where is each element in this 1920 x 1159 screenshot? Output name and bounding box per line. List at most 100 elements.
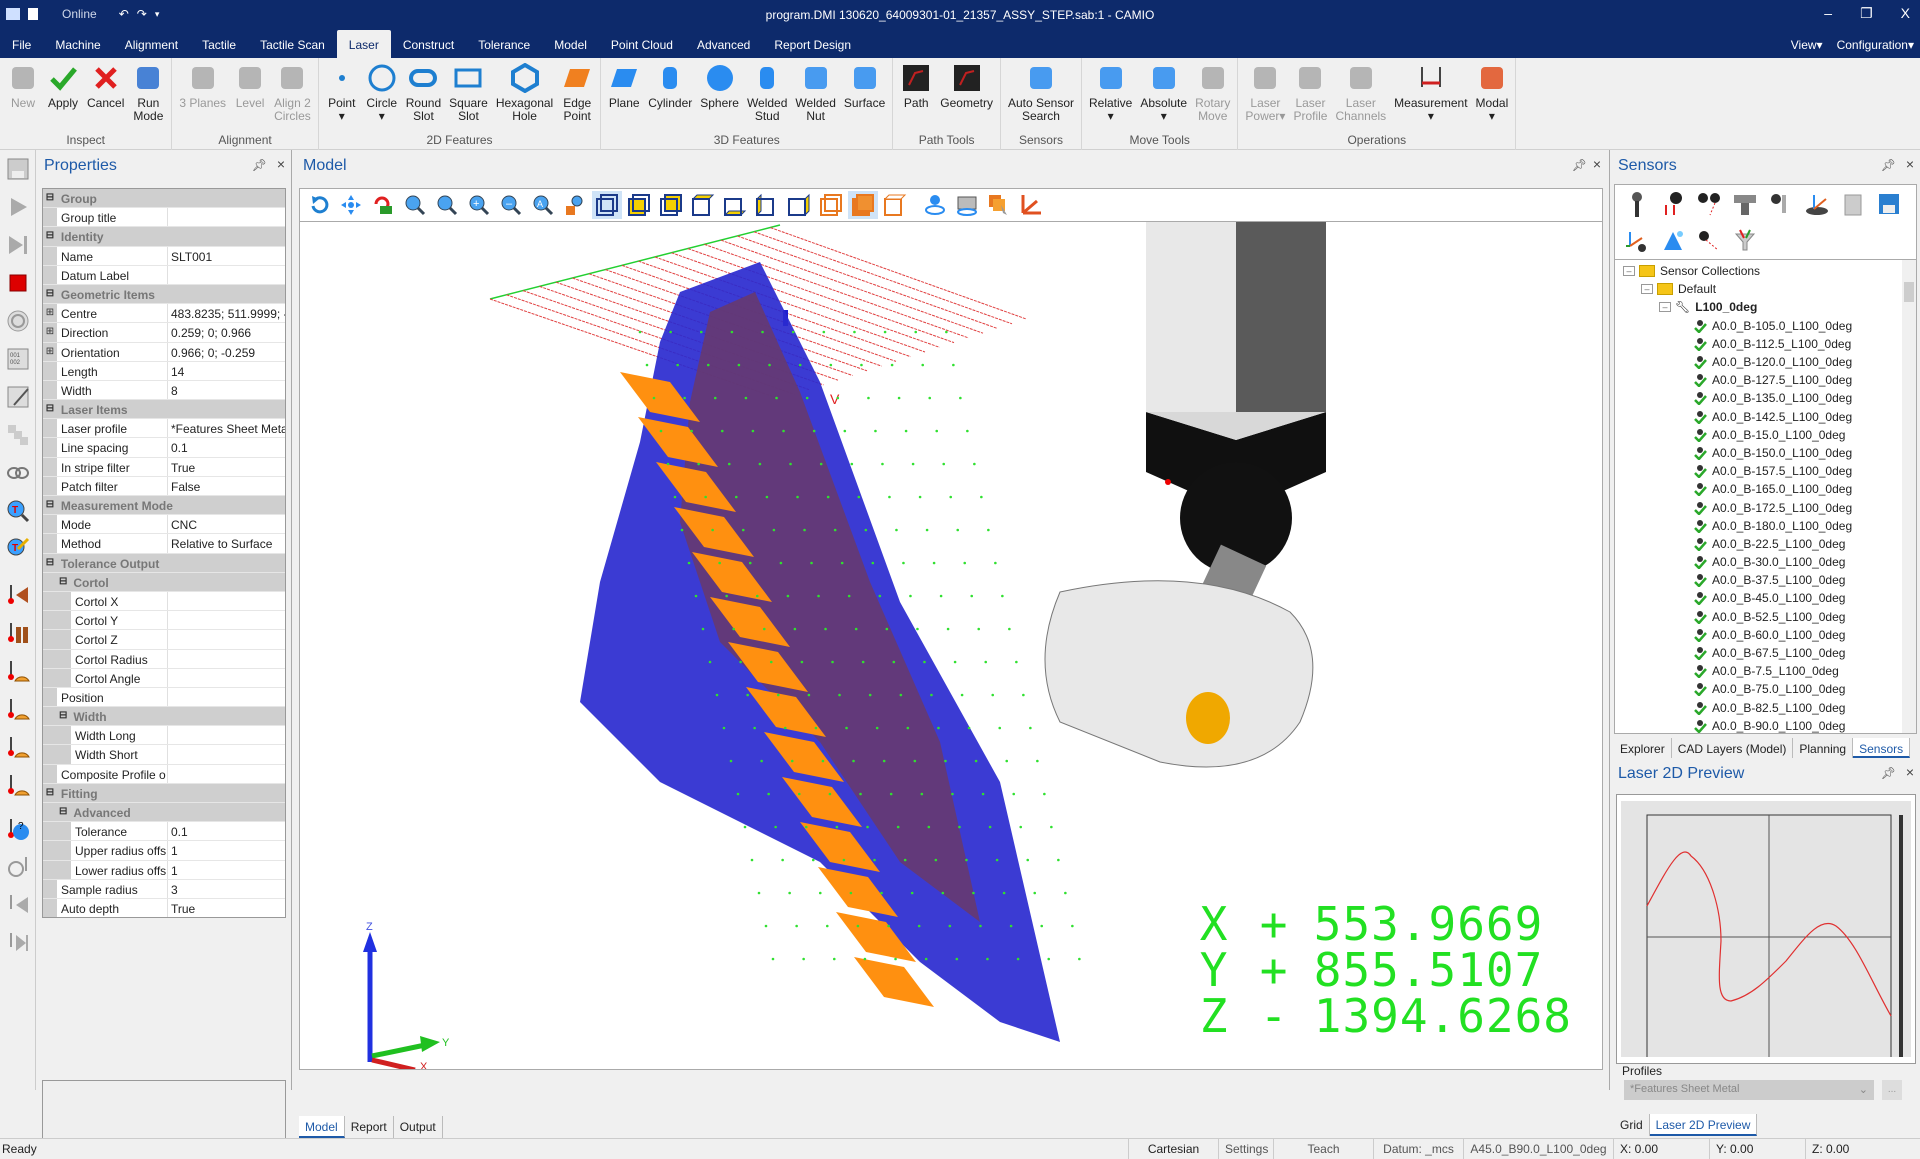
tree-item[interactable]: A0.0_B-37.5_L100_0deg — [1623, 571, 1916, 589]
minimize-button[interactable]: – — [1824, 5, 1832, 22]
tolerance-search-icon[interactable]: T — [3, 496, 33, 526]
zoom-fit-icon[interactable] — [432, 191, 462, 219]
property-row[interactable]: Sample radius 3 — [43, 879, 285, 899]
tree-item[interactable]: A0.0_B-22.5_L100_0deg — [1623, 535, 1916, 553]
tree-item[interactable]: A0.0_B-67.5_L100_0deg — [1623, 644, 1916, 662]
menu-tab-alignment[interactable]: Alignment — [113, 30, 190, 58]
wireframe-icon[interactable] — [816, 191, 846, 219]
property-value[interactable]: True — [168, 898, 285, 917]
tree-sensor[interactable]: – 🔧︎ L100_0deg — [1623, 298, 1916, 316]
probe-head-icon[interactable] — [1729, 188, 1761, 220]
tree-item[interactable]: A0.0_B-45.0_L100_0deg — [1623, 589, 1916, 607]
tab-laser-2d-preview[interactable]: Laser 2D Preview — [1649, 1114, 1758, 1136]
property-value[interactable] — [168, 265, 285, 284]
save-program-icon[interactable] — [3, 154, 33, 184]
save-icon[interactable] — [1873, 188, 1905, 220]
edit-program-icon[interactable] — [3, 382, 33, 412]
sensor-change-icon[interactable] — [1765, 188, 1797, 220]
property-row[interactable]: Position — [43, 687, 285, 708]
view-iso-icon[interactable] — [592, 191, 622, 219]
property-row[interactable]: Datum Label — [43, 265, 285, 285]
sensor-coordinate-icon[interactable] — [1801, 188, 1833, 220]
tree-item[interactable]: A0.0_B-52.5_L100_0deg — [1623, 608, 1916, 626]
menu-tab-tolerance[interactable]: Tolerance — [466, 30, 542, 58]
status-cartesian[interactable]: Cartesian — [1128, 1139, 1218, 1159]
property-value[interactable]: 0.966; 0; -0.259 — [168, 342, 285, 361]
tree-item[interactable]: A0.0_B-127.5_L100_0deg — [1623, 371, 1916, 389]
property-row[interactable]: Laser profile *Features Sheet Metal — [43, 419, 285, 439]
property-value[interactable] — [168, 611, 285, 630]
property-row[interactable]: Mode CNC — [43, 515, 285, 535]
property-row[interactable]: Tolerance 0.1 — [43, 822, 285, 842]
property-row[interactable]: Method Relative to Surface — [43, 534, 285, 554]
tab-cad-layers[interactable]: CAD Layers (Model) — [1672, 738, 1794, 758]
sensor-wizard-icon[interactable] — [1657, 225, 1689, 257]
property-row[interactable]: Upper radius offs 1 — [43, 841, 285, 861]
tab-report[interactable]: Report — [345, 1116, 394, 1138]
stop-icon[interactable] — [3, 268, 33, 298]
filter-icon[interactable] — [1729, 225, 1761, 257]
menu-tab-model[interactable]: Model — [542, 30, 599, 58]
shaded-icon[interactable] — [848, 191, 878, 219]
property-category[interactable]: ⊟ Identity — [43, 227, 285, 247]
property-value[interactable]: 14 — [168, 361, 285, 380]
tab-model[interactable]: Model — [299, 1116, 345, 1138]
collapse-icon[interactable]: ⊟ — [43, 496, 57, 514]
view-left-icon[interactable] — [752, 191, 782, 219]
property-row[interactable]: ⊞ Direction 0.259; 0; 0.966 — [43, 323, 285, 343]
new-sensor-icon[interactable] — [1657, 188, 1689, 220]
collapse-icon[interactable]: ⊟ — [43, 285, 57, 303]
collapse-icon[interactable]: ⊟ — [43, 227, 57, 245]
property-row[interactable]: Cortol X — [43, 591, 285, 612]
tree-item[interactable]: A0.0_B-7.5_L100_0deg — [1623, 662, 1916, 680]
property-category[interactable]: ⊟ Laser Items — [43, 400, 285, 420]
configuration-menu[interactable]: Configuration▾ — [1837, 38, 1914, 52]
tree-item[interactable]: A0.0_B-112.5_L100_0deg — [1623, 335, 1916, 353]
property-value[interactable] — [168, 687, 285, 707]
play-icon[interactable] — [3, 192, 33, 222]
close-button[interactable]: X — [1901, 5, 1910, 22]
pin-icon[interactable]: 📌︎ — [252, 158, 267, 172]
sensor-build-icon[interactable] — [1693, 188, 1725, 220]
property-value[interactable]: 1 — [168, 860, 285, 879]
tree-collection[interactable]: – Default — [1623, 280, 1916, 298]
zoom-out-icon[interactable]: – — [496, 191, 526, 219]
property-row[interactable]: Cortol Angle — [43, 668, 285, 688]
pin-icon[interactable]: 📌︎ — [1881, 766, 1896, 780]
close-panel-icon[interactable]: × — [1906, 156, 1914, 172]
collapse-icon[interactable]: – — [1623, 266, 1635, 277]
property-value[interactable]: 8 — [168, 380, 285, 400]
property-value[interactable]: 0.1 — [168, 822, 285, 841]
collapse-icon[interactable]: – — [1659, 302, 1671, 313]
property-value[interactable]: 3 — [168, 879, 285, 898]
probe-help-icon[interactable]: ? — [3, 814, 33, 844]
zoom-all-icon[interactable]: A — [528, 191, 558, 219]
tab-planning[interactable]: Planning — [1793, 738, 1854, 758]
tree-root[interactable]: – Sensor Collections — [1623, 262, 1916, 280]
property-row[interactable]: Width Long — [43, 726, 285, 746]
tab-output[interactable]: Output — [394, 1116, 443, 1138]
property-row[interactable]: Width Short — [43, 745, 285, 765]
property-row[interactable]: Lower radius offs 1 — [43, 860, 285, 880]
collapse-icon[interactable]: ⊟ — [43, 803, 69, 821]
tree-item[interactable]: A0.0_B-142.5_L100_0deg — [1623, 408, 1916, 426]
property-row[interactable]: ⊞ Orientation 0.966; 0; -0.259 — [43, 342, 285, 362]
collapse-icon[interactable]: ⊟ — [43, 784, 57, 802]
property-value[interactable]: 0.1 — [168, 438, 285, 457]
hidden-line-icon[interactable] — [880, 191, 910, 219]
selection-icon[interactable] — [984, 191, 1014, 219]
program-list-icon[interactable]: 001 002 — [3, 344, 33, 374]
property-row[interactable]: Auto depth True — [43, 898, 285, 917]
property-category[interactable]: ⊟ Measurement Mode — [43, 496, 285, 516]
tab-explorer[interactable]: Explorer — [1614, 738, 1672, 758]
collapse-icon[interactable]: – — [1641, 284, 1653, 295]
gauge-icon-3[interactable] — [3, 732, 33, 762]
sensor-view-icon[interactable] — [920, 191, 950, 219]
property-row[interactable]: Group title — [43, 208, 285, 228]
probe-circle-icon[interactable] — [3, 852, 33, 882]
property-value[interactable] — [168, 630, 285, 649]
property-row[interactable]: Cortol Radius — [43, 649, 285, 669]
property-row[interactable]: Width 8 — [43, 380, 285, 401]
sensor-path-icon[interactable] — [1693, 225, 1725, 257]
property-row[interactable]: ⊞Centre483.8235; 511.9999; -14 — [43, 304, 285, 324]
